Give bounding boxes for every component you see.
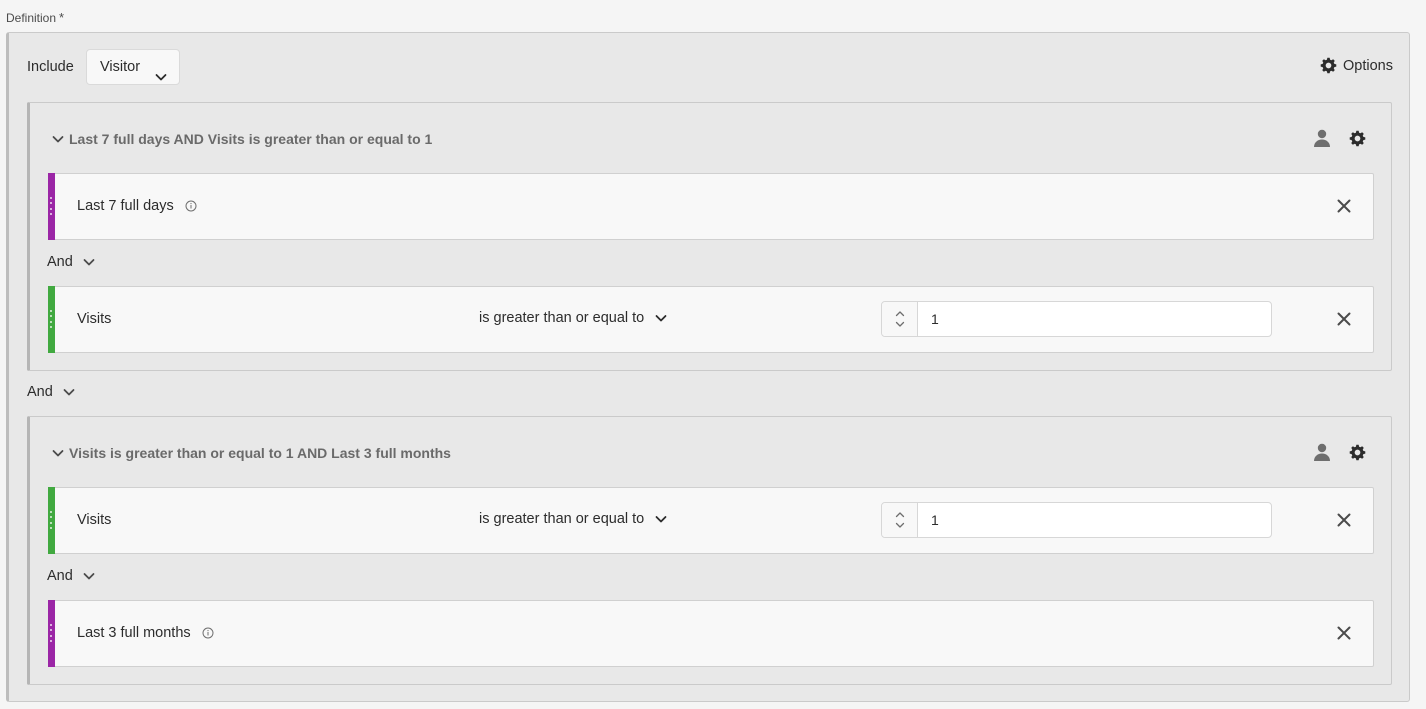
- segment-rule-row: Last 3 full months: [48, 600, 1374, 667]
- segment-container: Last 7 full days AND Visits is greater t…: [27, 102, 1392, 371]
- logic-operator-label: And: [47, 568, 73, 584]
- user-icon[interactable]: [1312, 442, 1332, 462]
- grip-icon: [49, 511, 52, 529]
- grip-icon: [49, 197, 52, 215]
- chevron-down-icon: [644, 313, 667, 323]
- gear-icon[interactable]: [1348, 129, 1367, 148]
- chevron-down-icon: [73, 257, 95, 267]
- grip-icon: [49, 624, 52, 642]
- value-stepper: [881, 301, 1272, 337]
- value-stepper: [881, 502, 1272, 538]
- chevron-down-icon: [73, 571, 95, 581]
- chevron-down-icon[interactable]: [895, 321, 905, 328]
- container-title: Last 7 full days AND Visits is greater t…: [69, 131, 433, 147]
- operator-label: is greater than or equal to: [479, 511, 645, 527]
- chevron-down-icon: [52, 448, 69, 458]
- gear-icon[interactable]: [1348, 443, 1367, 462]
- segment-rule-row: Visits is greater than or equal to: [48, 487, 1374, 554]
- logic-operator-select[interactable]: And: [27, 384, 75, 400]
- rule-name: Visits: [77, 512, 111, 528]
- segment-rule-row: Last 7 full days: [48, 173, 1374, 240]
- container-title: Visits is greater than or equal to 1 AND…: [69, 445, 451, 461]
- options-button[interactable]: Options: [1319, 56, 1393, 75]
- operator-select[interactable]: is greater than or equal to: [479, 511, 667, 527]
- chevron-down-icon: [53, 387, 75, 397]
- definition-label-text: Definition: [6, 11, 57, 25]
- operator-select[interactable]: is greater than or equal to: [479, 310, 667, 326]
- rule-drag-handle[interactable]: [48, 286, 55, 353]
- close-icon[interactable]: [1337, 312, 1351, 326]
- rule-drag-handle[interactable]: [48, 600, 55, 667]
- chevron-down-icon: [155, 61, 167, 95]
- logic-operator-select[interactable]: And: [47, 254, 95, 270]
- definition-panel: Include Visitor Options Last 7 full days…: [6, 32, 1410, 702]
- close-icon[interactable]: [1337, 199, 1351, 213]
- rule-name-label: Last 3 full months: [77, 625, 191, 641]
- rule-name-label: Visits: [77, 311, 112, 327]
- logic-operator-label: And: [27, 384, 53, 400]
- operator-label: is greater than or equal to: [479, 310, 645, 326]
- container-actions: [1312, 128, 1367, 148]
- gear-icon: [1319, 56, 1343, 75]
- rule-name: Last 3 full months: [77, 625, 214, 641]
- options-label: Options: [1343, 57, 1393, 74]
- rule-name: Visits: [77, 311, 111, 327]
- container-actions: [1312, 442, 1367, 462]
- required-mark: *: [59, 10, 65, 25]
- grip-icon: [49, 310, 52, 328]
- user-icon[interactable]: [1312, 128, 1332, 148]
- logic-operator-select[interactable]: And: [47, 568, 95, 584]
- value-input[interactable]: [918, 503, 1271, 537]
- chevron-down-icon: [644, 514, 667, 524]
- container-header-toggle[interactable]: Visits is greater than or equal to 1 AND…: [52, 445, 451, 461]
- value-input[interactable]: [918, 302, 1271, 336]
- info-icon[interactable]: [185, 200, 197, 212]
- rule-drag-handle[interactable]: [48, 173, 55, 240]
- definition-label: Definition *: [6, 10, 64, 25]
- rule-name-label: Last 7 full days: [77, 198, 174, 214]
- close-icon[interactable]: [1337, 626, 1351, 640]
- chevron-up-icon[interactable]: [895, 310, 905, 317]
- chevron-up-icon[interactable]: [895, 511, 905, 518]
- logic-operator-label: And: [47, 254, 73, 270]
- close-icon[interactable]: [1337, 513, 1351, 527]
- rule-drag-handle[interactable]: [48, 487, 55, 554]
- context-select-value: Visitor: [100, 59, 141, 75]
- info-icon[interactable]: [202, 627, 214, 639]
- rule-name: Last 7 full days: [77, 198, 197, 214]
- chevron-down-icon: [52, 134, 69, 144]
- chevron-down-icon[interactable]: [895, 522, 905, 529]
- stepper-arrows: [882, 503, 918, 537]
- segment-container: Visits is greater than or equal to 1 AND…: [27, 416, 1392, 685]
- container-header-toggle[interactable]: Last 7 full days AND Visits is greater t…: [52, 131, 432, 147]
- stepper-arrows: [882, 302, 918, 336]
- include-label: Include: [27, 59, 74, 75]
- segment-rule-row: Visits is greater than or equal to: [48, 286, 1374, 353]
- context-select[interactable]: Visitor: [86, 49, 180, 85]
- rule-name-label: Visits: [77, 512, 112, 528]
